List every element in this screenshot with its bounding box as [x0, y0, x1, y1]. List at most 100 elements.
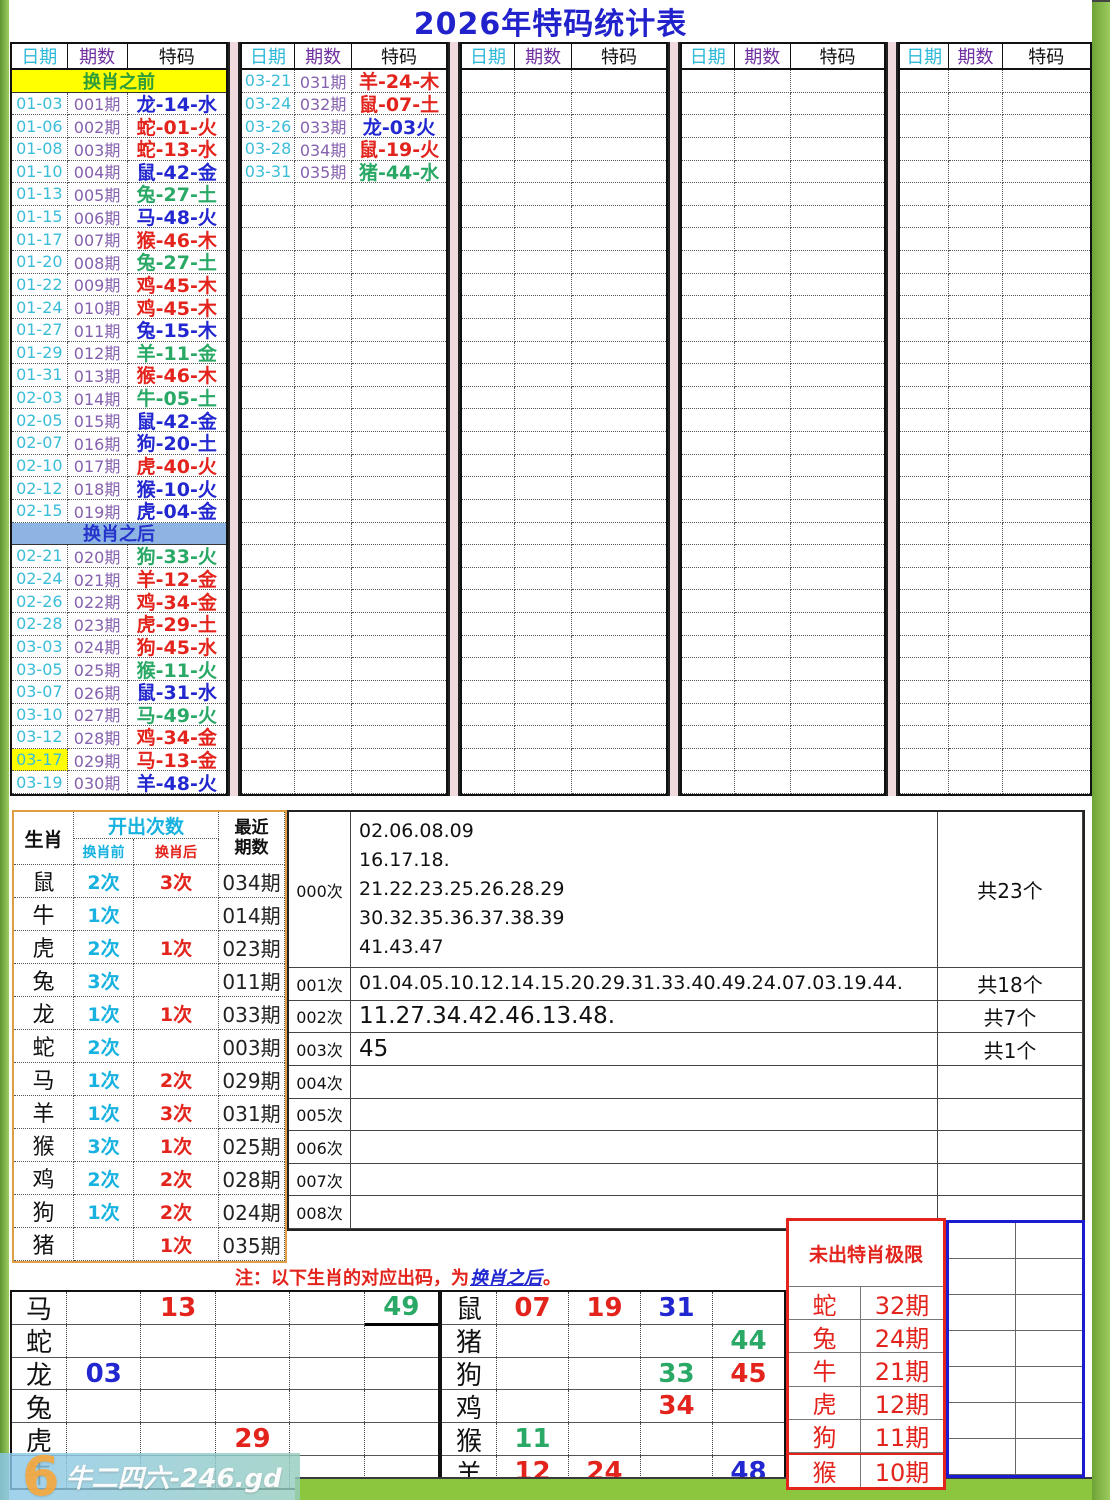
empty-row: [682, 93, 884, 116]
empty-row: [900, 251, 1090, 274]
date-cell: 01-17: [12, 228, 68, 251]
empty-row: [462, 432, 666, 455]
period-cell: [949, 409, 1002, 432]
period-cell: [735, 274, 792, 297]
stats-before-cell: 1次: [74, 1096, 134, 1129]
grid-number-cell: [67, 1390, 141, 1422]
empty-row: [900, 138, 1090, 161]
code-cell: [791, 749, 884, 772]
empty-row: [900, 206, 1090, 229]
stats-zodiac-cell: 狗: [14, 1195, 74, 1228]
date-cell: [462, 296, 515, 319]
date-cell: [462, 274, 515, 297]
empty-row: [462, 115, 666, 138]
number-line: 41.43.47: [359, 933, 937, 962]
grid-left-row: 虎29: [12, 1423, 438, 1456]
empty-row: [462, 70, 666, 93]
date-cell: [242, 545, 295, 568]
period-cell: [295, 342, 352, 365]
empty-row: [900, 342, 1090, 365]
code-cell: [791, 500, 884, 523]
date-cell: [242, 319, 295, 342]
period-cell: [295, 409, 352, 432]
period-cell: [735, 477, 792, 500]
grid-zodiac-label: 蛇: [12, 1325, 67, 1357]
column-header-period: 期数: [68, 44, 128, 70]
period-cell: [949, 364, 1002, 387]
date-cell: [242, 477, 295, 500]
code-cell: [1003, 523, 1090, 546]
date-cell: [242, 228, 295, 251]
limit-periods: 12期: [861, 1387, 943, 1419]
empty-row: [900, 771, 1090, 794]
empty-row: [462, 296, 666, 319]
empty-row: [900, 749, 1090, 772]
stats-before-cell: 1次: [74, 1195, 134, 1228]
date-cell: [462, 455, 515, 478]
date-cell: [682, 183, 735, 206]
period-cell: [735, 228, 792, 251]
period-cell: [949, 613, 1002, 636]
code-cell: 马-13-金: [128, 749, 226, 772]
group-separator: [886, 42, 898, 796]
period-cell: [735, 432, 792, 455]
empty-row: [462, 477, 666, 500]
period-cell: 001期: [68, 93, 128, 116]
period-cell: [735, 342, 792, 365]
date-cell: 03-24: [242, 93, 295, 116]
period-cell: [295, 251, 352, 274]
empty-row: [682, 613, 884, 636]
code-cell: [572, 568, 666, 591]
period-cell: [949, 251, 1002, 274]
period-cell: [949, 771, 1002, 794]
result-row: 03-31035期猪-44-水: [242, 161, 446, 184]
number-line: 16.17.18.: [359, 846, 937, 875]
code-cell: 虎-29-土: [128, 613, 226, 636]
period-cell: 008期: [68, 251, 128, 274]
period-cell: [735, 319, 792, 342]
date-cell: [900, 749, 949, 772]
grid-mid-row: 猴11: [442, 1423, 784, 1456]
watermark-logo: 6: [22, 1457, 60, 1497]
section-header-row: 换肖之前: [12, 70, 226, 93]
period-cell: [515, 228, 572, 251]
number-line: 21.22.23.25.26.28.29: [359, 875, 937, 904]
empty-row: [462, 749, 666, 772]
code-cell: [352, 523, 446, 546]
period-cell: 012期: [68, 342, 128, 365]
column-header-period: 期数: [949, 44, 1002, 70]
empty-row: [682, 409, 884, 432]
date-cell: [242, 590, 295, 613]
column-header-date: 日期: [12, 44, 68, 70]
period-cell: 011期: [68, 319, 128, 342]
stats-before-cell: 2次: [74, 865, 134, 898]
code-cell: [572, 545, 666, 568]
period-cell: [295, 477, 352, 500]
limit-row: 虎12期: [789, 1387, 943, 1420]
date-cell: [242, 568, 295, 591]
period-cell: [735, 726, 792, 749]
column-header-date: 日期: [900, 44, 949, 70]
code-cell: [1003, 681, 1090, 704]
code-cell: [572, 523, 666, 546]
period-cell: 013期: [68, 364, 128, 387]
code-cell: [572, 477, 666, 500]
grid-number-cell: [216, 1325, 290, 1357]
date-cell: [242, 409, 295, 432]
date-cell: [682, 681, 735, 704]
date-cell: [682, 342, 735, 365]
empty-row: [462, 681, 666, 704]
period-cell: [735, 523, 792, 546]
date-cell: [682, 432, 735, 455]
period-cell: [949, 590, 1002, 613]
date-cell: 03-05: [12, 658, 68, 681]
group-separator: [228, 42, 240, 796]
empty-row: [462, 771, 666, 794]
grid-number-cell: [713, 1390, 784, 1422]
code-cell: [572, 70, 666, 93]
stats-recent-cell: 023期: [219, 931, 285, 964]
code-cell: 鸡-34-金: [128, 590, 226, 613]
empty-row: [242, 432, 446, 455]
code-cell: [352, 251, 446, 274]
date-cell: [462, 70, 515, 93]
